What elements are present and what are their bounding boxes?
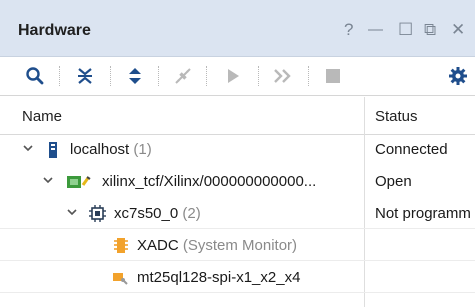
toolbar-separator	[59, 66, 60, 86]
hardware-toolbar	[0, 57, 475, 96]
tree-item-label: mt25ql128-spi-x1_x2_x4	[137, 269, 301, 286]
maximize-icon[interactable]: ☐	[398, 20, 413, 40]
panel-title: Hardware	[18, 22, 91, 39]
column-header-name[interactable]: Name	[22, 108, 62, 125]
toolbar-separator	[258, 66, 259, 86]
toolbar-separator	[206, 66, 207, 86]
help-icon[interactable]: ?	[344, 20, 353, 40]
step-icon[interactable]	[272, 65, 294, 87]
tree-item-count: (2)	[182, 205, 201, 222]
tree-row-xadc[interactable]: XADC (System Monitor)	[0, 230, 475, 261]
auto-connect-icon[interactable]	[172, 65, 194, 87]
tree-item-sublabel: (System Monitor)	[182, 237, 298, 254]
chevron-down-icon[interactable]	[42, 174, 54, 189]
tree-row-localhost[interactable]: localhost (1) Connected	[0, 134, 475, 165]
tree-item-label: localhost (1)	[70, 141, 152, 158]
tree-header: Name Status	[0, 97, 475, 135]
minimize-icon[interactable]: —	[368, 20, 383, 40]
tree-item-label: XADC (System Monitor)	[137, 237, 298, 254]
hardware-panel: Hardware ? — ☐ ⧉ ✕ Name Status localhost…	[0, 0, 475, 307]
tree-item-label: xc7s50_0 (2)	[114, 205, 201, 222]
status-cell: Open	[375, 173, 412, 190]
stop-icon[interactable]	[322, 65, 344, 87]
run-icon[interactable]	[222, 65, 244, 87]
chevron-down-icon[interactable]	[66, 206, 78, 221]
toolbar-separator	[110, 66, 111, 86]
search-icon[interactable]	[24, 65, 46, 87]
toolbar-separator	[158, 66, 159, 86]
close-icon[interactable]: ✕	[451, 20, 465, 40]
panel-titlebar: Hardware ? — ☐ ⧉ ✕	[0, 0, 475, 57]
chevron-down-icon[interactable]	[22, 142, 34, 157]
tree-row-device[interactable]: xc7s50_0 (2) Not programm	[0, 198, 475, 229]
tree-row-flash[interactable]: mt25ql128-spi-x1_x2_x4	[0, 262, 475, 293]
toolbar-separator	[308, 66, 309, 86]
tree-item-count: (1)	[133, 141, 152, 158]
expand-all-icon[interactable]	[124, 65, 146, 87]
fpga-chip-icon	[89, 205, 106, 227]
collapse-all-icon[interactable]	[74, 65, 96, 87]
gear-icon[interactable]	[447, 65, 469, 87]
status-cell: Connected	[375, 141, 448, 158]
server-icon	[48, 141, 58, 164]
memory-device-icon	[112, 270, 128, 290]
jtag-cable-icon	[66, 175, 92, 194]
float-icon[interactable]: ⧉	[424, 20, 436, 40]
tree-item-label: xilinx_tcf/Xilinx/000000000000...	[102, 173, 317, 190]
column-header-status[interactable]: Status	[375, 108, 418, 125]
status-cell: Not programm	[375, 205, 471, 222]
tree-row-target[interactable]: xilinx_tcf/Xilinx/000000000000... Open	[0, 166, 475, 197]
xadc-icon	[114, 237, 128, 259]
